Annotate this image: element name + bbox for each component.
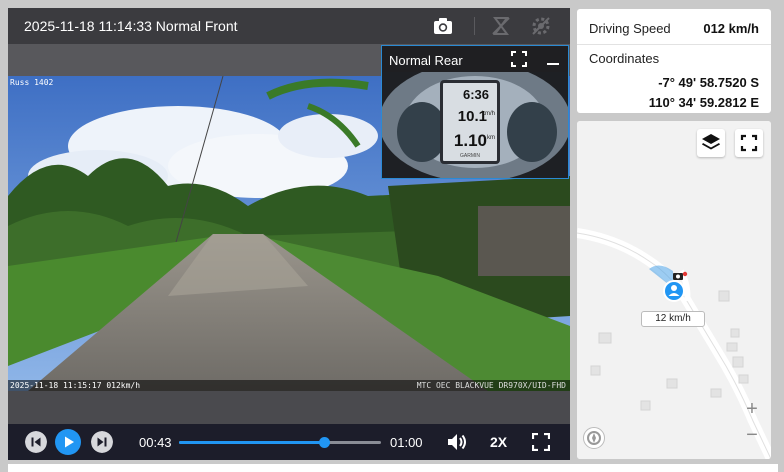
playback-controls: 00:43 01:00 2X: [8, 424, 570, 460]
gauge-distance-unit: km: [487, 135, 495, 141]
osd-device-label: MTC OEC BLACKVUE DR970X/UID-FHD: [416, 381, 566, 390]
minimize-icon[interactable]: [547, 63, 559, 65]
fullscreen-icon[interactable]: [532, 433, 550, 451]
map-fullscreen-button[interactable]: [735, 129, 763, 157]
longitude-value: 110° 34' 59.2812 E: [648, 95, 759, 110]
gauge-distance: 1.10: [453, 131, 487, 150]
video-player: 2025-11-18 11:14:33 Normal Front Russ 14…: [8, 8, 570, 460]
map-layers-button[interactable]: [697, 129, 725, 157]
zoom-controls: + −: [739, 395, 765, 451]
seek-bar[interactable]: [179, 437, 381, 448]
gauge-brand: GARMIN: [460, 153, 480, 159]
previous-icon[interactable]: [25, 431, 47, 453]
zoom-in-button[interactable]: +: [739, 397, 765, 423]
vehicle-marker-icon[interactable]: [661, 271, 691, 305]
fullscreen-icon: [740, 134, 758, 152]
seek-bar-handle[interactable]: [319, 437, 331, 448]
gauge-speed-unit: km/h: [481, 111, 495, 117]
layers-icon: [702, 134, 720, 150]
bottom-panel-edge: [8, 464, 778, 472]
coordinates-label: Coordinates: [589, 51, 660, 66]
latitude-value: -7° 49' 58.7520 S: [658, 75, 759, 90]
volume-icon[interactable]: [446, 432, 468, 452]
video-title: 2025-11-18 11:14:33 Normal Front: [24, 18, 238, 34]
gauge-time: 6:36: [462, 87, 489, 102]
vehicle-speed-badge: 12 km/h: [641, 311, 705, 327]
header-divider: [474, 17, 475, 35]
bike-computer-display: 6:36 10.1 km/h 1.10 km GARMIN: [440, 80, 500, 164]
osd-timestamp: 2025-11-18 11:15:17 012km/h: [10, 381, 141, 390]
speed-label: Driving Speed: [589, 21, 671, 36]
video-header: 2025-11-18 11:14:33 Normal Front: [8, 8, 570, 44]
camera-id-label: Russ 1402: [10, 78, 54, 87]
playback-speed-button[interactable]: 2X: [490, 434, 507, 450]
rear-camera-view: 6:36 10.1 km/h 1.10 km GARMIN: [382, 72, 568, 178]
zoom-out-button[interactable]: −: [739, 423, 765, 449]
total-time: 01:00: [390, 435, 423, 450]
rear-camera-pip[interactable]: Normal Rear 6:36 10.1 km/h 1.10 km GARMI…: [381, 45, 569, 179]
expand-icon[interactable]: [511, 51, 527, 67]
snapshot-disabled-icon: [492, 17, 510, 35]
osd-bar: 2025-11-18 11:15:17 012km/h MTC OEC BLAC…: [8, 380, 570, 391]
seek-bar-progress: [179, 441, 325, 444]
compass-icon[interactable]: [583, 427, 605, 449]
rear-pip-title: Normal Rear: [389, 53, 463, 68]
camera-icon[interactable]: [432, 15, 454, 37]
current-time: 00:43: [139, 435, 172, 450]
rear-pip-header: Normal Rear: [382, 46, 568, 72]
play-icon[interactable]: [55, 429, 81, 455]
map-view[interactable]: 12 km/h + −: [577, 121, 771, 459]
drive-info-card: Driving Speed 012 km/h Coordinates -7° 4…: [577, 9, 771, 113]
speed-value: 012 km/h: [703, 21, 759, 36]
next-icon[interactable]: [91, 431, 113, 453]
settings-disabled-icon: [532, 17, 550, 35]
speed-row: Driving Speed 012 km/h: [577, 9, 771, 45]
